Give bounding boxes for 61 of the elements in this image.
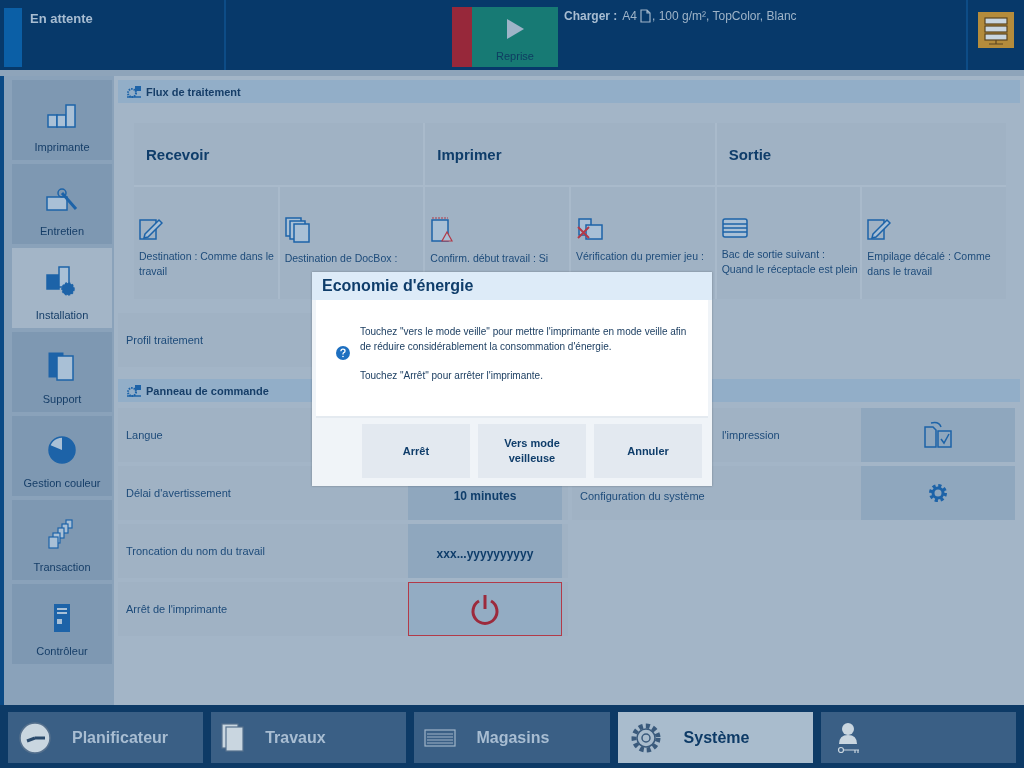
- section-title: Flux de traitement: [146, 85, 241, 98]
- play-icon: [505, 18, 525, 40]
- workflow-setting[interactable]: Destination : Comme dans le travail: [134, 187, 278, 299]
- color-wheel-icon: [47, 435, 77, 465]
- edit-icon: [139, 217, 163, 241]
- sidebar-item[interactable]: Entretien: [12, 164, 112, 244]
- printer-icon: [47, 103, 77, 129]
- status-indicator: [4, 8, 22, 67]
- setting-label: Configuration du système: [579, 489, 706, 504]
- paper-stack-icon: [721, 217, 748, 239]
- power-button[interactable]: [408, 582, 562, 636]
- dialog-button[interactable]: Vers mode veilleuse: [478, 424, 586, 478]
- wrench-icon: [46, 187, 78, 213]
- stacked-pages-icon: [48, 519, 76, 549]
- documents-icon: [221, 722, 246, 753]
- document-cross-icon: [576, 217, 604, 241]
- trays-icon: [424, 728, 457, 747]
- document-check-button[interactable]: [861, 408, 1015, 462]
- setting-label: Troncation du nom du travail: [125, 544, 266, 559]
- setting-label: Délai d'avertissement: [125, 486, 232, 501]
- paper-size: A4: [622, 9, 638, 23]
- edit-icon: [867, 217, 892, 241]
- dialog-button[interactable]: Arrêt: [362, 424, 470, 478]
- dialog-title: Economie d'énergie: [312, 272, 712, 300]
- resume-button[interactable]: Reprise: [472, 7, 558, 67]
- sidebar-item[interactable]: Transaction: [12, 500, 112, 580]
- clock-icon: [18, 720, 52, 755]
- gear-printer-icon: [46, 265, 78, 297]
- page-icon: [640, 9, 652, 23]
- workflow-stage: Imprimer: [425, 123, 715, 185]
- nav-tab[interactable]: Magasins: [414, 712, 610, 763]
- value-button[interactable]: xxx...yyyyyyyyyy: [408, 524, 562, 578]
- workflow-stage: Sortie: [716, 123, 1006, 185]
- settings-button[interactable]: [861, 466, 1015, 520]
- workflow-stage: Recevoir: [134, 123, 424, 185]
- section-title: Panneau de commande: [146, 384, 269, 397]
- sidebar-item[interactable]: Contrôleur: [12, 584, 112, 664]
- paper-details: , 100 g/m², TopColor, Blanc: [652, 9, 797, 23]
- nav-tab[interactable]: [820, 712, 1016, 763]
- pages-icon: [47, 351, 77, 381]
- status-text: En attente: [30, 11, 93, 26]
- sidebar-item[interactable]: Installation: [12, 248, 112, 328]
- nav-tab[interactable]: Système: [617, 712, 813, 763]
- nav-tab[interactable]: Travaux: [211, 712, 407, 763]
- setting-label: l'impression: [721, 428, 781, 443]
- dialog-message: Touchez "Arrêt" pour arrêter l'imprimante.: [359, 368, 544, 383]
- setting-label: Arrêt de l'imprimante: [125, 602, 229, 617]
- workflow-setting[interactable]: Empilage décalé : Comme dans le travail: [862, 187, 1006, 299]
- workflow-setting[interactable]: Bac de sortie suivant : Quand le réceptacle est plein: [716, 187, 861, 299]
- server-tower-icon: [52, 603, 72, 633]
- power-icon: [470, 593, 500, 625]
- document-check-icon: [923, 421, 953, 449]
- load-label: Charger :: [564, 9, 618, 23]
- nav-tab[interactable]: Planificateur: [8, 712, 204, 763]
- dialog-button[interactable]: Annuler: [594, 424, 702, 478]
- document-warning-icon: [430, 217, 455, 243]
- server-icon: [978, 12, 1014, 48]
- documents-icon: [284, 217, 311, 243]
- sidebar-item[interactable]: Gestion couleur: [12, 416, 112, 496]
- sidebar-item[interactable]: Support: [12, 332, 112, 412]
- sidebar-item[interactable]: Imprimante: [12, 80, 112, 160]
